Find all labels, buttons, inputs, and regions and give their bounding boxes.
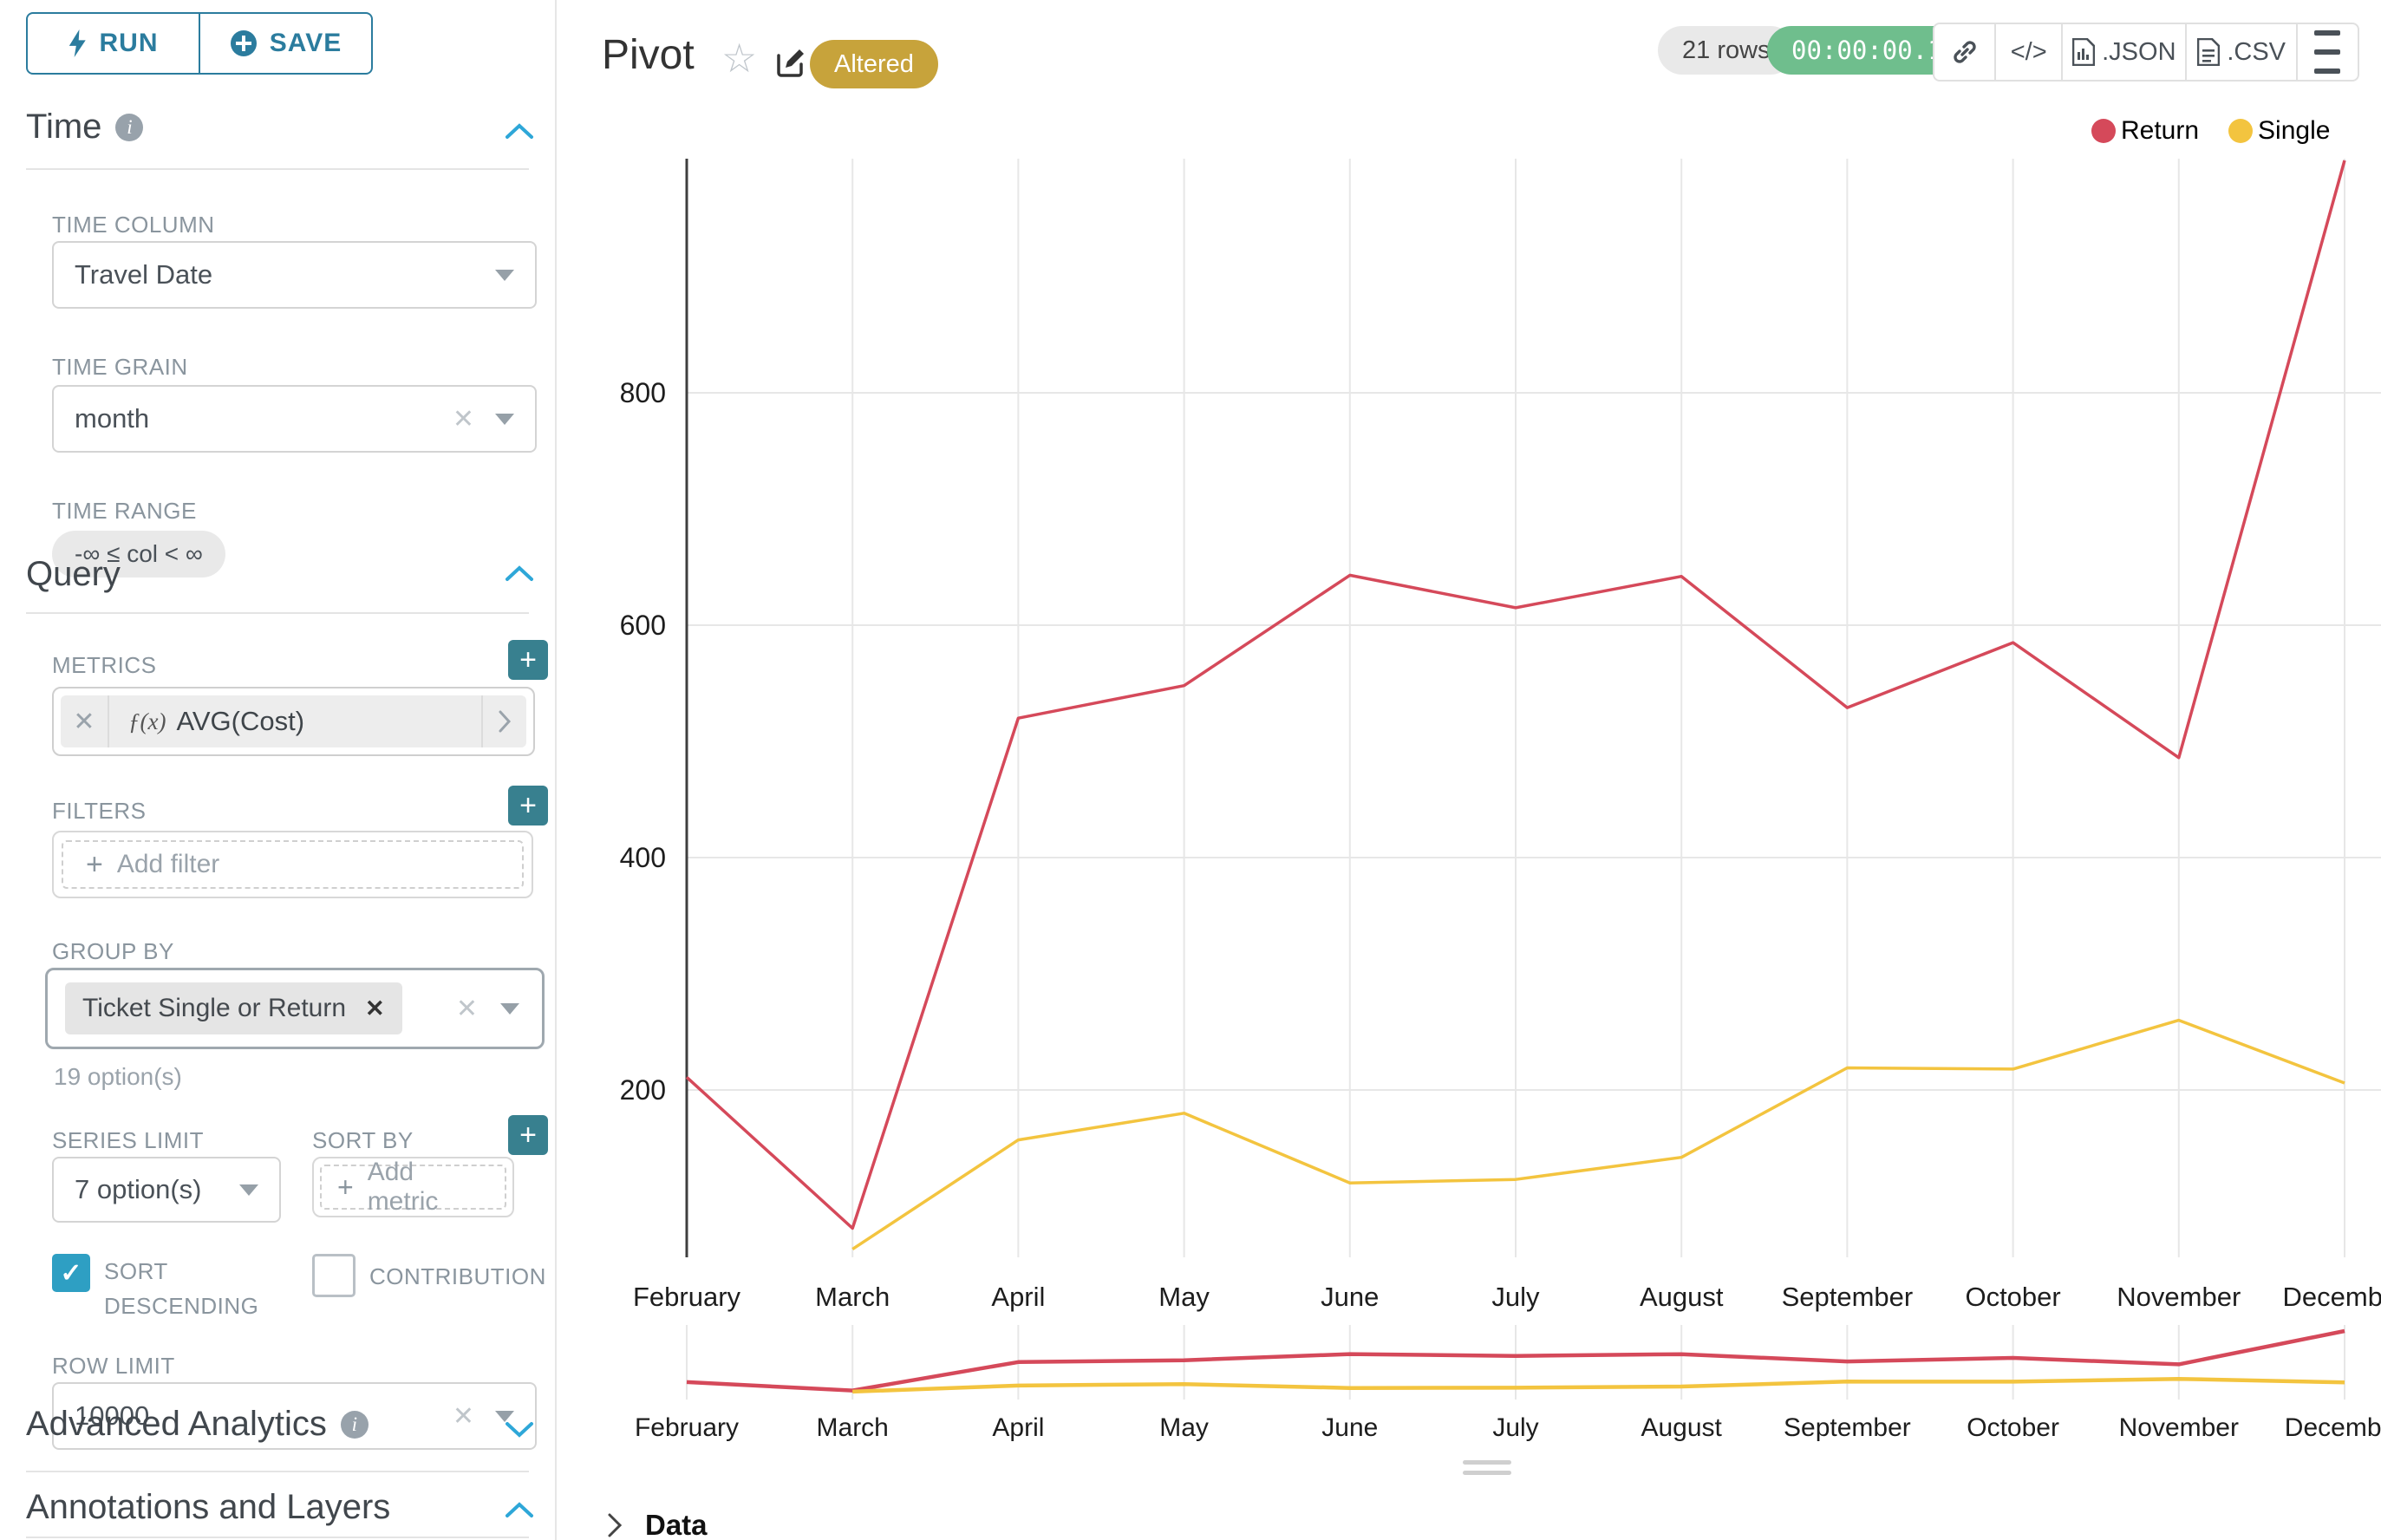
mini-x-tick-label: July [1492, 1413, 1538, 1442]
x-tick-label: March [815, 1282, 890, 1312]
line-chart[interactable]: 200 400 600 800 February February March March Ap… [0, 0, 2381, 1540]
x-tick-label: September [1782, 1282, 1914, 1312]
data-panel-label: Data [645, 1509, 708, 1540]
x-tick-label: April [991, 1282, 1045, 1312]
y-tick-label: 800 [620, 377, 666, 408]
x-tick-label: June [1321, 1282, 1379, 1312]
mini-x-tick-label: April [992, 1413, 1044, 1442]
x-tick-label: November [2117, 1282, 2241, 1312]
x-tick-label: August [1640, 1282, 1724, 1312]
x-tick-label: December [2283, 1282, 2381, 1312]
mini-x-tick-label: September [1784, 1413, 1911, 1442]
chevron-right-icon [607, 1512, 623, 1538]
data-panel-toggle[interactable]: Data [607, 1509, 708, 1540]
mini-x-tick-label: June [1321, 1413, 1378, 1442]
explore-page: RUN SAVE Time i TIME COLUMN Travel Date [0, 0, 2381, 1540]
y-tick-label: 600 [620, 610, 666, 641]
mini-x-tick-label: August [1641, 1413, 1722, 1442]
mini-x-tick-label: October [1967, 1413, 2059, 1442]
range-selector-handle[interactable] [1463, 1460, 1511, 1465]
mini-x-tick-label: November [2119, 1413, 2239, 1442]
series-line-single [852, 1021, 2345, 1250]
x-tick-label: July [1491, 1282, 1540, 1312]
y-tick-label: 400 [620, 842, 666, 873]
mini-series-line-single [852, 1379, 2345, 1392]
mini-x-tick-label: March [817, 1413, 889, 1442]
mini-x-tick-label: February [635, 1413, 739, 1442]
mini-x-tick-label: May [1159, 1413, 1209, 1442]
y-tick-label: 200 [620, 1074, 666, 1106]
x-tick-label: February [633, 1282, 741, 1312]
mini-x-tick-label: December [2285, 1413, 2381, 1442]
range-selector-handle[interactable] [1463, 1471, 1511, 1475]
x-tick-label: October [1965, 1282, 2060, 1312]
x-tick-label: May [1158, 1282, 1210, 1312]
